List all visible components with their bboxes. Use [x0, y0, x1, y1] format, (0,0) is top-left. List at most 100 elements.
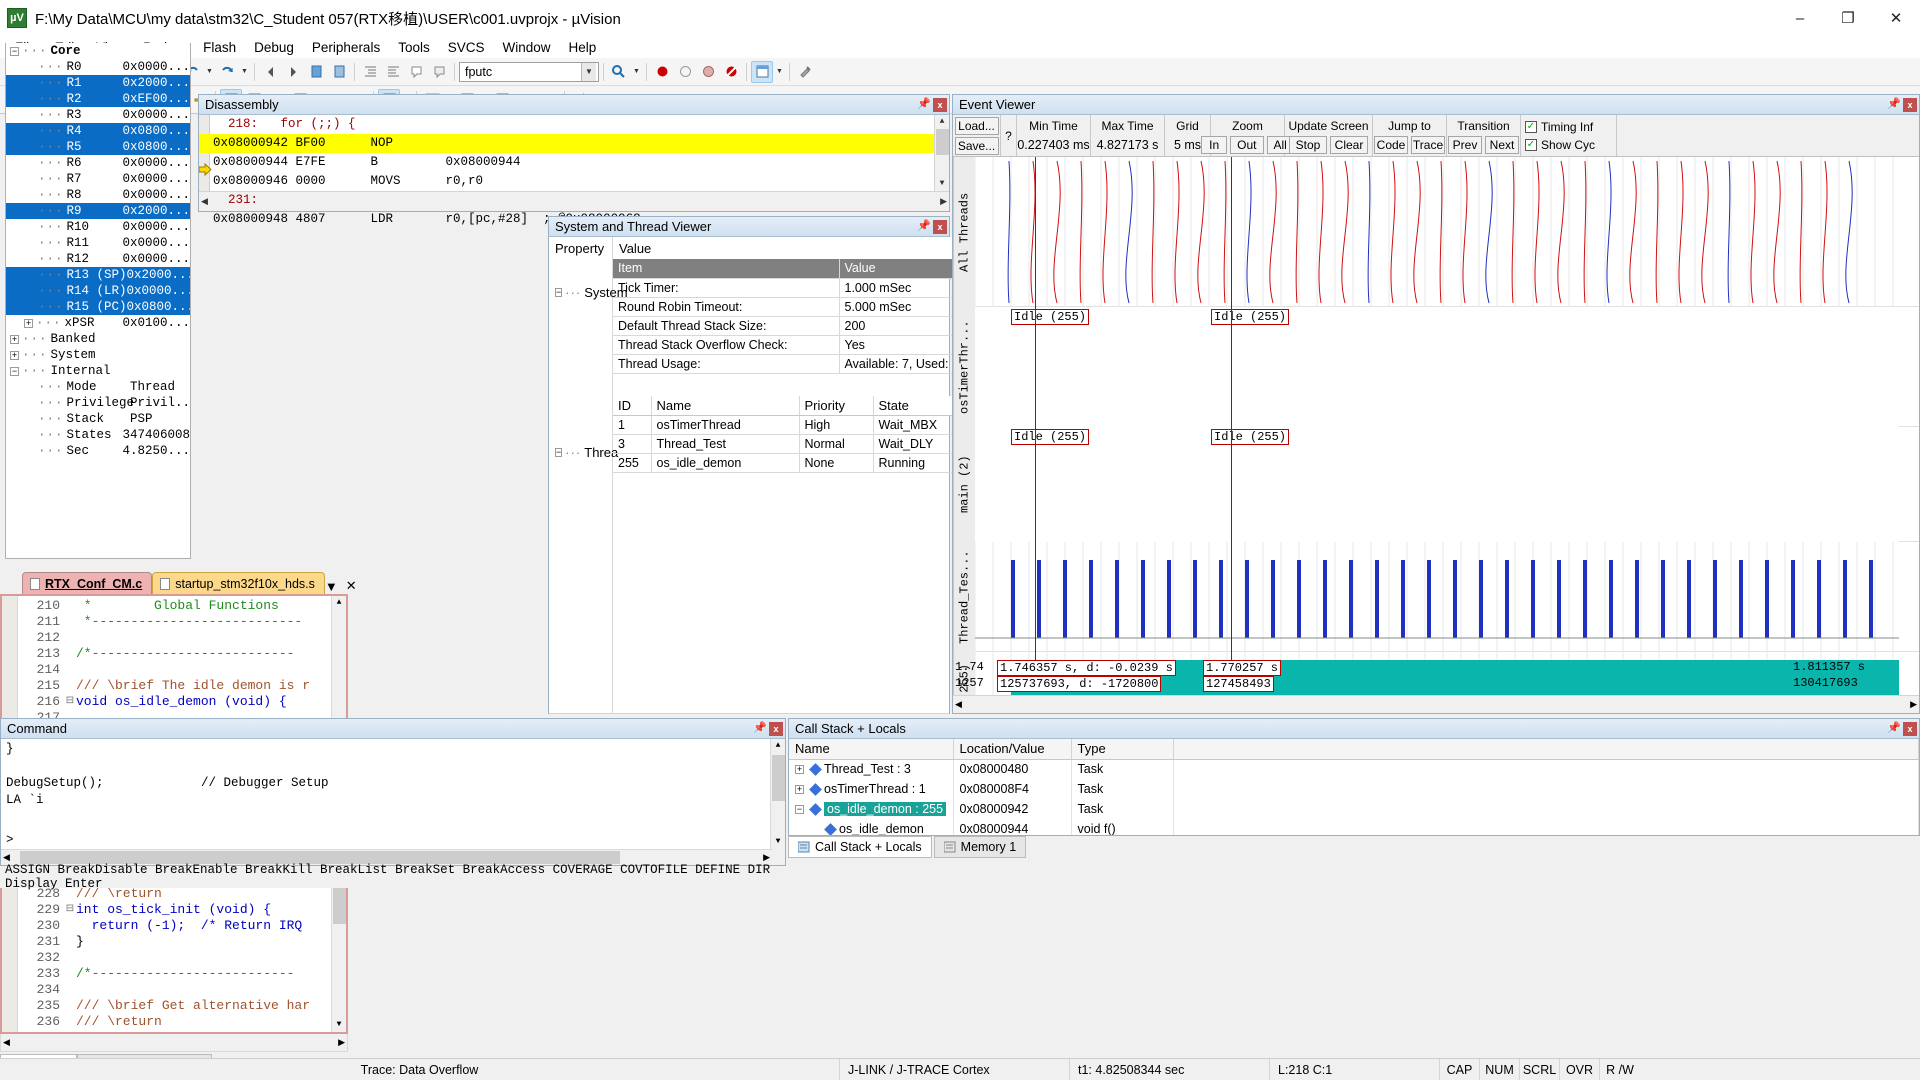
- close-icon[interactable]: x: [1903, 721, 1917, 736]
- register-row[interactable]: ··· R6 0x0000...: [6, 155, 190, 171]
- thread-table-header-cell[interactable]: ID: [613, 395, 652, 416]
- editor-tab-rtx-conf[interactable]: RTX_Conf_CM.c: [22, 572, 153, 594]
- close-icon[interactable]: ✕: [346, 578, 357, 594]
- comment-icon[interactable]: [405, 61, 427, 83]
- scroll-left-icon[interactable]: ◀: [3, 1037, 10, 1048]
- scroll-up-icon[interactable]: ▲: [771, 739, 785, 753]
- menu-help[interactable]: Help: [560, 38, 606, 57]
- register-row[interactable]: + ··· System: [6, 347, 190, 363]
- registers-tree[interactable]: − ··· Core ··· R0 0x0000... ··· R1 0x2000... ··· R…: [5, 43, 191, 559]
- editor-line[interactable]: 211 *---------------------------: [18, 614, 331, 630]
- editor-line[interactable]: 210 * Global Functions: [18, 598, 331, 614]
- thread-list-table[interactable]: ID Name Priority State 1 osTimerThread High Wai…: [613, 395, 954, 473]
- pin-icon[interactable]: 📌: [1887, 97, 1901, 113]
- kill-breakpoints-icon[interactable]: [720, 61, 742, 83]
- table-row[interactable]: 1 osTimerThread High Wait_MBX: [613, 415, 954, 435]
- disassembly-code-line[interactable]: 0x08000944 E7FE B 0x08000944: [199, 153, 934, 172]
- register-row[interactable]: + ··· Banked: [6, 331, 190, 347]
- pin-icon[interactable]: 📌: [753, 721, 767, 737]
- editor-line[interactable]: 233 /*--------------------------: [18, 966, 331, 982]
- register-row[interactable]: ··· Privilege Privil...: [6, 395, 190, 411]
- tab-call-stack-locals[interactable]: Call Stack + Locals: [788, 836, 932, 858]
- register-row[interactable]: ··· R2 0xEF00...: [6, 91, 190, 107]
- search-combo[interactable]: fputc ▼: [459, 61, 599, 82]
- command-vscrollbar[interactable]: ▲ ▼: [770, 739, 785, 865]
- menu-flash[interactable]: Flash: [194, 38, 245, 57]
- disassembly-source-line[interactable]: 218: for (;;) {: [199, 115, 934, 134]
- system-properties-table[interactable]: Item Value Tick Timer: 1.000 mSec Round Robi…: [613, 259, 954, 374]
- register-row[interactable]: ··· R5 0x0800...: [6, 139, 190, 155]
- transition-prev-button[interactable]: Prev: [1448, 135, 1482, 154]
- editor-line[interactable]: 234: [18, 982, 331, 998]
- scroll-down-icon[interactable]: ▼: [771, 835, 785, 849]
- fold-icon[interactable]: ⊟: [64, 694, 76, 710]
- pin-icon[interactable]: 📌: [917, 219, 931, 235]
- checkbox-icon[interactable]: ✓: [1525, 120, 1537, 133]
- scroll-down-icon[interactable]: ▼: [332, 1018, 346, 1032]
- scroll-up-icon[interactable]: ▲: [940, 115, 945, 129]
- scroll-thumb[interactable]: [772, 755, 785, 801]
- collapse-icon[interactable]: −: [10, 46, 19, 56]
- event-track[interactable]: Idle (255) Idle (255): [975, 307, 1919, 427]
- table-row[interactable]: + Thread_Test : 3 0x08000480 Task: [789, 759, 1919, 779]
- scroll-thumb[interactable]: [936, 129, 949, 155]
- table-row[interactable]: Tick Timer: 1.000 mSec: [613, 278, 954, 298]
- register-row[interactable]: ··· R3 0x0000...: [6, 107, 190, 123]
- uncomment-icon[interactable]: [428, 61, 450, 83]
- event-viewer-hscrollbar[interactable]: ◀ ▶: [953, 695, 1919, 713]
- chevron-down-icon[interactable]: ▼: [581, 62, 596, 81]
- redo-dropdown-icon[interactable]: ▼: [239, 61, 250, 83]
- register-row[interactable]: ··· States 347406008: [6, 427, 190, 443]
- close-icon[interactable]: x: [933, 97, 947, 112]
- close-icon[interactable]: x: [933, 219, 947, 234]
- find-in-files-icon[interactable]: [608, 61, 630, 83]
- load-button[interactable]: Load...: [954, 116, 999, 135]
- thread-table-header-cell[interactable]: Name: [651, 395, 800, 416]
- menu-window[interactable]: Window: [493, 38, 559, 57]
- editor-line[interactable]: 236 /// \return: [18, 1014, 331, 1030]
- stop-button[interactable]: Stop: [1289, 135, 1327, 154]
- minimize-button[interactable]: –: [1776, 0, 1824, 36]
- scroll-left-icon[interactable]: ◀: [3, 853, 10, 863]
- table-row[interactable]: 255 os_idle_demon None Running: [613, 453, 954, 473]
- scroll-left-icon[interactable]: ◀: [955, 699, 962, 710]
- call-stack-header-cell[interactable]: Name: [789, 739, 954, 760]
- zoom-out-button[interactable]: Out: [1230, 135, 1264, 154]
- register-row[interactable]: − ··· Internal: [6, 363, 190, 379]
- register-row[interactable]: ··· R10 0x0000...: [6, 219, 190, 235]
- zoom-in-button[interactable]: In: [1201, 135, 1228, 154]
- register-row[interactable]: − ··· Core: [6, 43, 190, 59]
- editor-line[interactable]: 213 /*--------------------------: [18, 646, 331, 662]
- disable-breakpoint-icon[interactable]: [697, 61, 719, 83]
- editor-line[interactable]: 230 return (-1); /* Return IRQ: [18, 918, 331, 934]
- transition-next-button[interactable]: Next: [1485, 135, 1519, 154]
- configure-icon[interactable]: [794, 61, 816, 83]
- indent-icon[interactable]: [359, 61, 381, 83]
- editor-line[interactable]: 212: [18, 630, 331, 646]
- thread-table-header-cell[interactable]: State: [873, 395, 954, 416]
- scroll-right-icon[interactable]: ▶: [763, 853, 770, 863]
- table-row[interactable]: 3 Thread_Test Normal Wait_DLY: [613, 434, 954, 454]
- scroll-right-icon[interactable]: ▶: [1910, 699, 1917, 710]
- disassembly-body[interactable]: 218: for (;;) {0x08000942 BF00 NOP 0x0800…: [198, 115, 949, 226]
- disassembly-code-line[interactable]: 0x08000942 BF00 NOP: [199, 134, 934, 153]
- undo-dropdown-icon[interactable]: ▼: [204, 61, 215, 83]
- table-row[interactable]: Thread Usage: Available: 7, Used: 2: [613, 354, 954, 374]
- remove-breakpoint-icon[interactable]: [674, 61, 696, 83]
- expand-icon[interactable]: +: [10, 334, 19, 344]
- table-row[interactable]: − os_idle_demon : 255 0x08000942 Task: [789, 799, 1919, 819]
- pin-icon[interactable]: 📌: [1887, 721, 1901, 737]
- editor-line[interactable]: 216 ⊟ void os_idle_demon (void) {: [18, 694, 331, 710]
- expand-icon[interactable]: +: [795, 784, 804, 794]
- close-icon[interactable]: x: [1903, 97, 1917, 112]
- jump-code-button[interactable]: Code: [1374, 135, 1408, 154]
- table-row[interactable]: Default Thread Stack Size: 200: [613, 316, 954, 336]
- jump-trace-button[interactable]: Trace: [1411, 135, 1445, 154]
- show-cycles-checkbox[interactable]: ✓ Show Cyc: [1525, 136, 1595, 154]
- editor-line[interactable]: 232: [18, 950, 331, 966]
- expand-icon[interactable]: +: [795, 764, 804, 774]
- bookmark-icon[interactable]: [305, 61, 327, 83]
- maximize-button[interactable]: ❐: [1824, 0, 1872, 36]
- table-row[interactable]: Round Robin Timeout: 5.000 mSec: [613, 297, 954, 317]
- checkbox-icon[interactable]: ✓: [1525, 138, 1537, 151]
